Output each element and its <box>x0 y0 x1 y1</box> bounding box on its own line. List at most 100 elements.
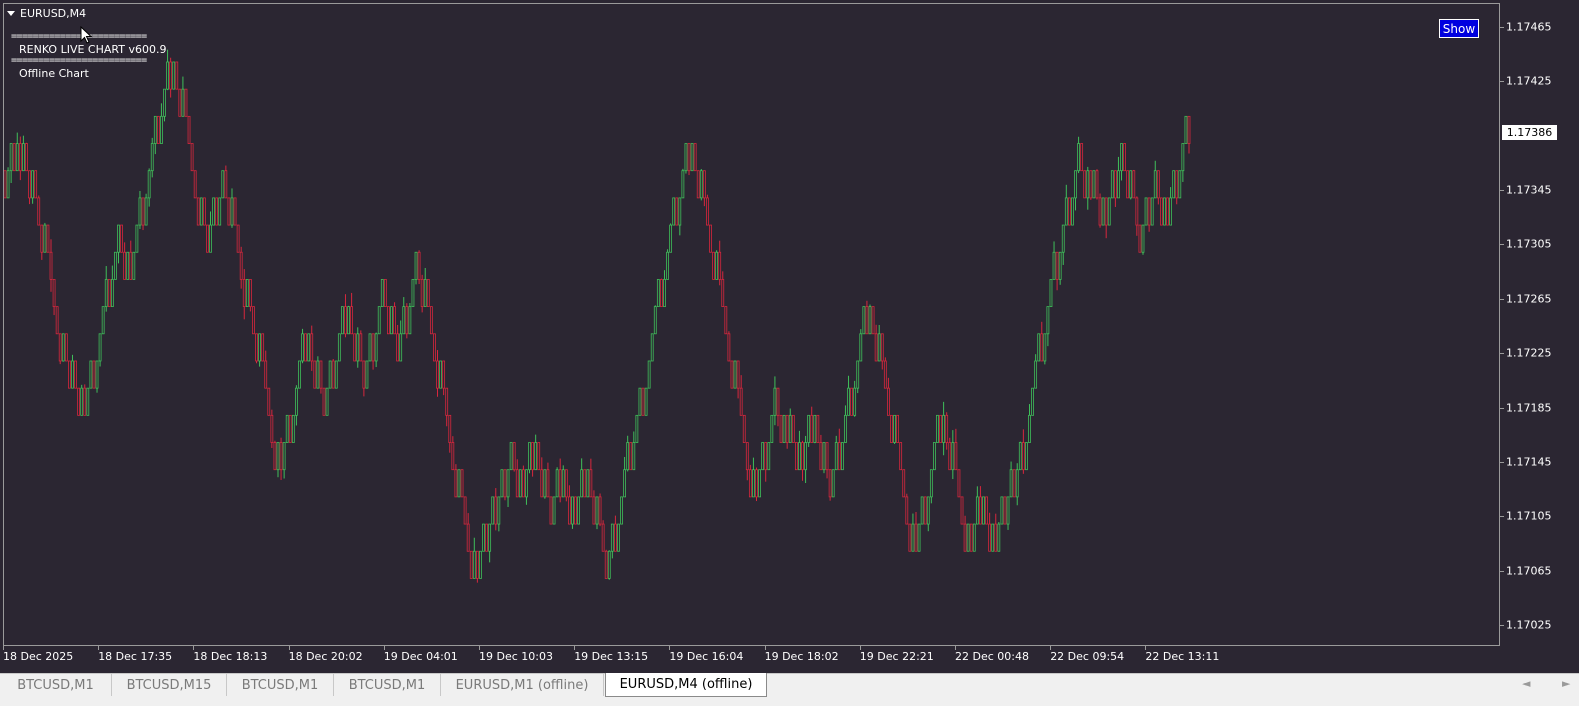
bull-candle <box>365 360 369 389</box>
bull-candle <box>439 360 442 389</box>
bull-candle <box>147 170 151 199</box>
bull-candle <box>347 306 350 335</box>
bear-candle <box>1187 115 1191 144</box>
price-axis-label: 1.17185 <box>1506 401 1552 415</box>
bull-candle <box>807 414 811 443</box>
bull-candle <box>61 333 65 362</box>
bear-candle <box>236 224 240 253</box>
bull-candle <box>506 469 510 498</box>
bull-candle <box>117 224 120 253</box>
bear-candle <box>574 496 577 525</box>
bull-candle <box>1150 197 1154 226</box>
bull-candle <box>650 333 654 362</box>
bull-candle <box>22 143 25 172</box>
bear-candle <box>825 442 829 471</box>
bear-candle <box>405 306 409 335</box>
bear-candle <box>55 306 59 335</box>
bear-candle <box>1123 143 1126 172</box>
bull-candle <box>804 442 807 471</box>
bull-candle <box>770 414 774 443</box>
bull-candle <box>98 333 102 362</box>
bear-candle <box>196 197 200 226</box>
price-axis-tick <box>1500 407 1504 409</box>
bear-candle <box>371 333 375 362</box>
bear-candle <box>816 414 820 443</box>
tab-btcusd-m1-3[interactable]: BTCUSD,M1 <box>334 674 441 696</box>
bull-candle <box>831 469 835 498</box>
bear-candle <box>1104 197 1108 226</box>
bull-candle <box>1043 333 1047 362</box>
bull-candle <box>847 387 850 416</box>
bear-candle <box>255 333 258 362</box>
tab-btcusd-m15[interactable]: BTCUSD,M15 <box>112 674 227 696</box>
bull-candle <box>555 469 559 498</box>
tab-scroll-left-icon[interactable]: ◄ <box>1522 677 1530 690</box>
bear-candle <box>810 414 814 443</box>
bull-candle <box>126 251 130 280</box>
tab-scroll-right-icon[interactable]: ► <box>1562 677 1570 690</box>
bull-candle <box>1061 224 1065 253</box>
bull-candle <box>110 279 114 308</box>
bear-candle <box>18 143 22 172</box>
bull-candle <box>230 197 234 226</box>
bull-candle <box>1049 279 1053 308</box>
bull-candle <box>150 143 154 172</box>
bull-candle <box>328 360 332 389</box>
bull-candle <box>1141 224 1145 253</box>
tab-btcusd-m1-2[interactable]: BTCUSD,M1 <box>227 674 334 696</box>
time-axis-label: 22 Dec 00:48 <box>955 650 1029 663</box>
tab-eurusd-m1-offline[interactable]: EURUSD,M1 (offline) <box>441 674 604 696</box>
collapse-triangle-icon[interactable] <box>7 11 15 16</box>
bear-candle <box>387 306 390 335</box>
bear-candle <box>785 414 789 443</box>
bull-candle <box>472 550 476 579</box>
bear-candle <box>739 387 743 416</box>
bear-candle <box>712 251 715 280</box>
bear-candle <box>709 224 712 253</box>
bear-candle <box>304 333 307 362</box>
time-axis-label: 19 Dec 13:15 <box>574 650 649 663</box>
bull-candle <box>877 333 881 362</box>
bear-candle <box>755 469 758 498</box>
show-button[interactable]: Show <box>1439 19 1479 38</box>
bull-candle <box>89 360 93 389</box>
bull-candle <box>893 414 896 443</box>
bull-candle <box>586 469 590 498</box>
bear-candle <box>475 550 479 579</box>
bull-candle <box>635 414 639 443</box>
bull-candle <box>500 469 504 498</box>
tab-btcusd-m1-1[interactable]: BTCUSD,M1 <box>0 674 112 696</box>
tab-eurusd-m4-offline[interactable]: EURUSD,M4 (offline) <box>605 673 767 697</box>
bear-candle <box>28 170 31 199</box>
plot-area[interactable] <box>3 3 1500 646</box>
bear-candle <box>190 143 194 172</box>
bear-candle <box>436 360 439 389</box>
chart-window[interactable]: EURUSD,M4 ========================= RENK… <box>0 0 1579 673</box>
bear-candle <box>641 387 645 416</box>
bear-candle <box>64 333 68 362</box>
price-axis-tick <box>1500 298 1504 300</box>
bear-candle <box>945 414 949 443</box>
bear-candle <box>546 469 550 498</box>
bear-candle <box>353 333 357 362</box>
bear-candle <box>801 442 804 471</box>
bull-candle <box>647 360 651 389</box>
bull-candle <box>966 523 970 552</box>
bear-candle <box>706 197 709 226</box>
bear-candle <box>988 523 992 552</box>
bear-candle <box>77 387 81 416</box>
time-axis-label: 19 Dec 22:21 <box>859 650 934 663</box>
bear-candle <box>871 306 875 335</box>
bear-candle <box>675 197 679 226</box>
bull-candle <box>341 306 344 335</box>
bull-candle <box>408 306 412 335</box>
bull-candle <box>1058 251 1062 280</box>
bull-candle <box>80 387 84 416</box>
chart-title[interactable]: EURUSD,M4 <box>7 7 86 20</box>
bear-candle <box>724 306 728 335</box>
bear-candle <box>169 61 173 90</box>
price-axis-label: 1.17305 <box>1506 237 1552 251</box>
bear-candle <box>4 170 7 199</box>
bull-candle <box>1120 143 1123 172</box>
bear-candle <box>156 115 160 144</box>
